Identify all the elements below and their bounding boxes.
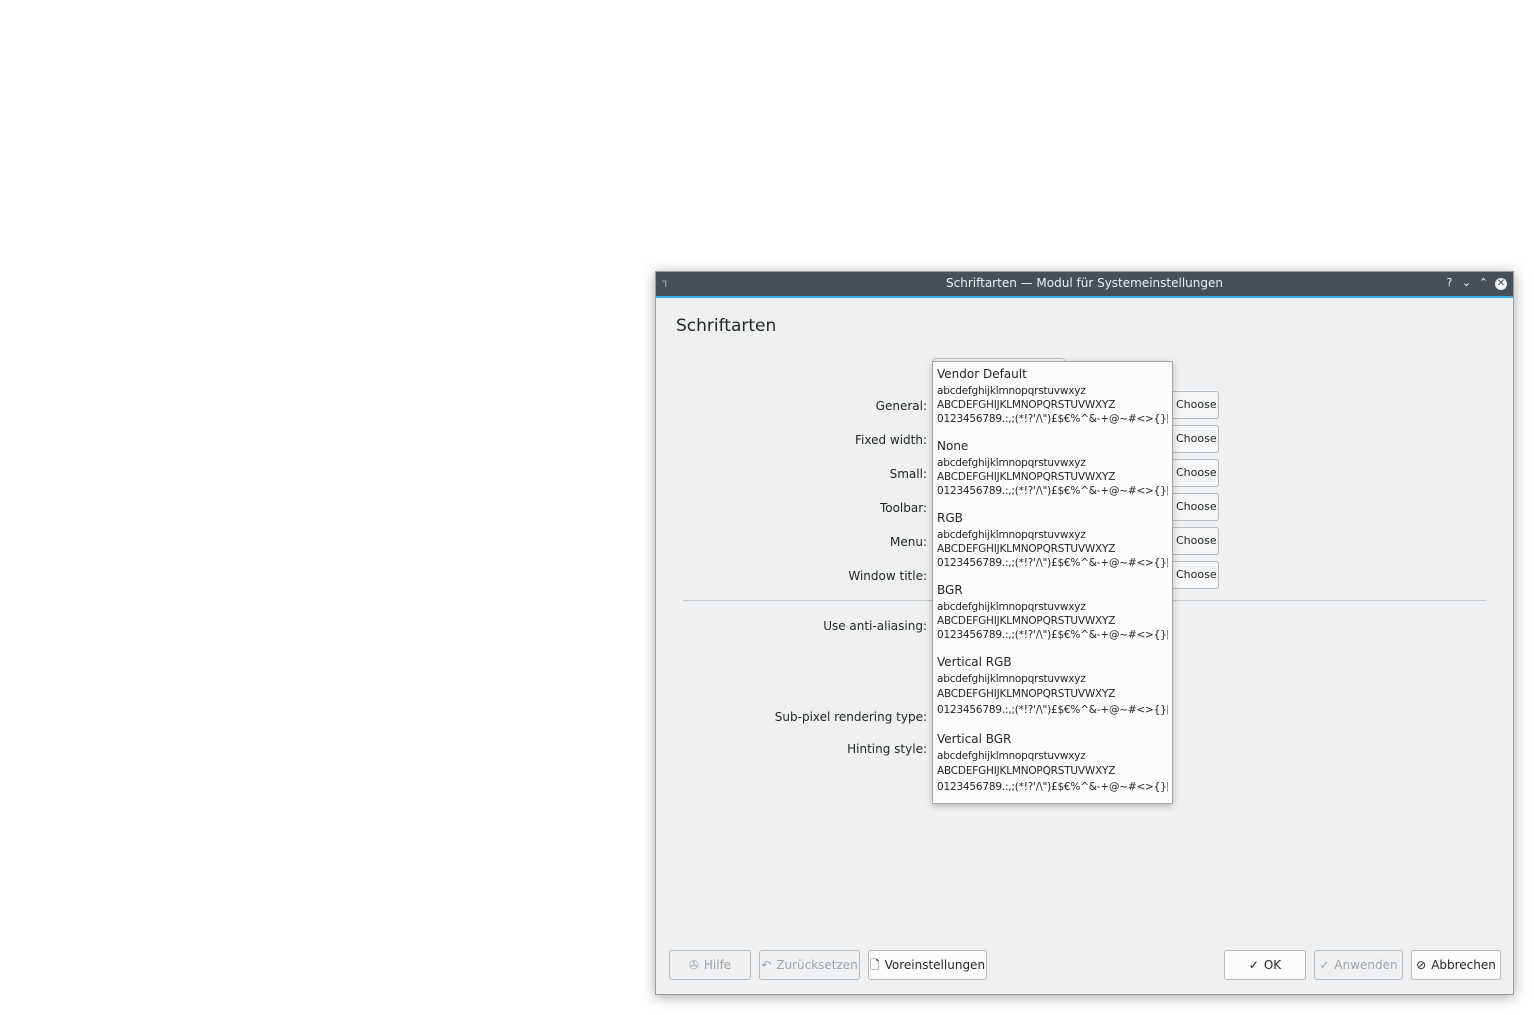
- subpixel-option-vertical-bgr[interactable]: Vertical BGR abcdefghijklmnopqrstuvwxyz …: [937, 731, 1168, 803]
- undo-icon: ↶: [761, 958, 772, 972]
- toolbar-font-label: Toolbar:: [879, 501, 927, 515]
- reset-button[interactable]: ↶ Zurücksetzen: [759, 950, 860, 980]
- page-title: Schriftarten: [676, 316, 777, 336]
- subpixel-option-vendor-default[interactable]: Vendor Default abcdefghijklmnopqrstuvwxy…: [937, 366, 1168, 438]
- subpixel-option-bgr[interactable]: BGR abcdefghijklmnopqrstuvwxyz ABCDEFGHI…: [937, 582, 1168, 654]
- defaults-button[interactable]: 🗋 Voreinstellungen: [868, 950, 987, 980]
- apply-button[interactable]: ✓ Anwenden: [1314, 950, 1403, 980]
- window-title-font-label: Window title:: [848, 569, 927, 583]
- antialias-label: Use anti-aliasing:: [823, 619, 927, 633]
- ok-button[interactable]: ✓ OK: [1224, 950, 1306, 980]
- fixed-width-font-label: Fixed width:: [854, 433, 927, 447]
- checkmark-icon: ✓: [1248, 958, 1259, 972]
- title-bar[interactable]: ꭋ Schriftarten — Modul für Systemeinstel…: [656, 272, 1513, 298]
- hinting-label: Hinting style:: [847, 742, 927, 756]
- general-font-label: General:: [875, 399, 927, 413]
- subpixel-dropdown-list[interactable]: Vendor Default abcdefghijklmnopqrstuvwxy…: [932, 361, 1173, 804]
- cancel-icon: ⊘: [1416, 958, 1427, 972]
- close-icon[interactable]: ✕: [1495, 278, 1507, 290]
- help-button[interactable]: ✇ Hilfe: [669, 950, 751, 980]
- help-icon[interactable]: ?: [1444, 275, 1455, 291]
- subpixel-option-vertical-rgb[interactable]: Vertical RGB abcdefghijklmnopqrstuvwxyz …: [937, 654, 1168, 731]
- dialog-button-bar: ✇ Hilfe ↶ Zurücksetzen 🗋 Voreinstellunge…: [656, 950, 1513, 982]
- subpixel-option-none[interactable]: None abcdefghijklmnopqrstuvwxyz ABCDEFGH…: [937, 438, 1168, 510]
- help-lifebuoy-icon: ✇: [688, 958, 699, 972]
- subpixel-label: Sub-pixel rendering type:: [774, 710, 927, 724]
- subpixel-option-rgb[interactable]: RGB abcdefghijklmnopqrstuvwxyz ABCDEFGHI…: [937, 510, 1168, 582]
- cancel-button[interactable]: ⊘ Abbrechen: [1411, 950, 1501, 980]
- minimize-icon[interactable]: ⌄: [1461, 275, 1472, 291]
- checkmark-icon: ✓: [1319, 958, 1330, 972]
- maximize-icon[interactable]: ⌃: [1478, 275, 1489, 291]
- document-defaults-icon: 🗋: [869, 958, 880, 972]
- small-font-label: Small:: [889, 467, 927, 481]
- window-title: Schriftarten — Modul für Systemeinstellu…: [946, 276, 1223, 290]
- menu-font-label: Menu:: [890, 535, 927, 549]
- settings-window: ꭋ Schriftarten — Modul für Systemeinstel…: [655, 271, 1514, 995]
